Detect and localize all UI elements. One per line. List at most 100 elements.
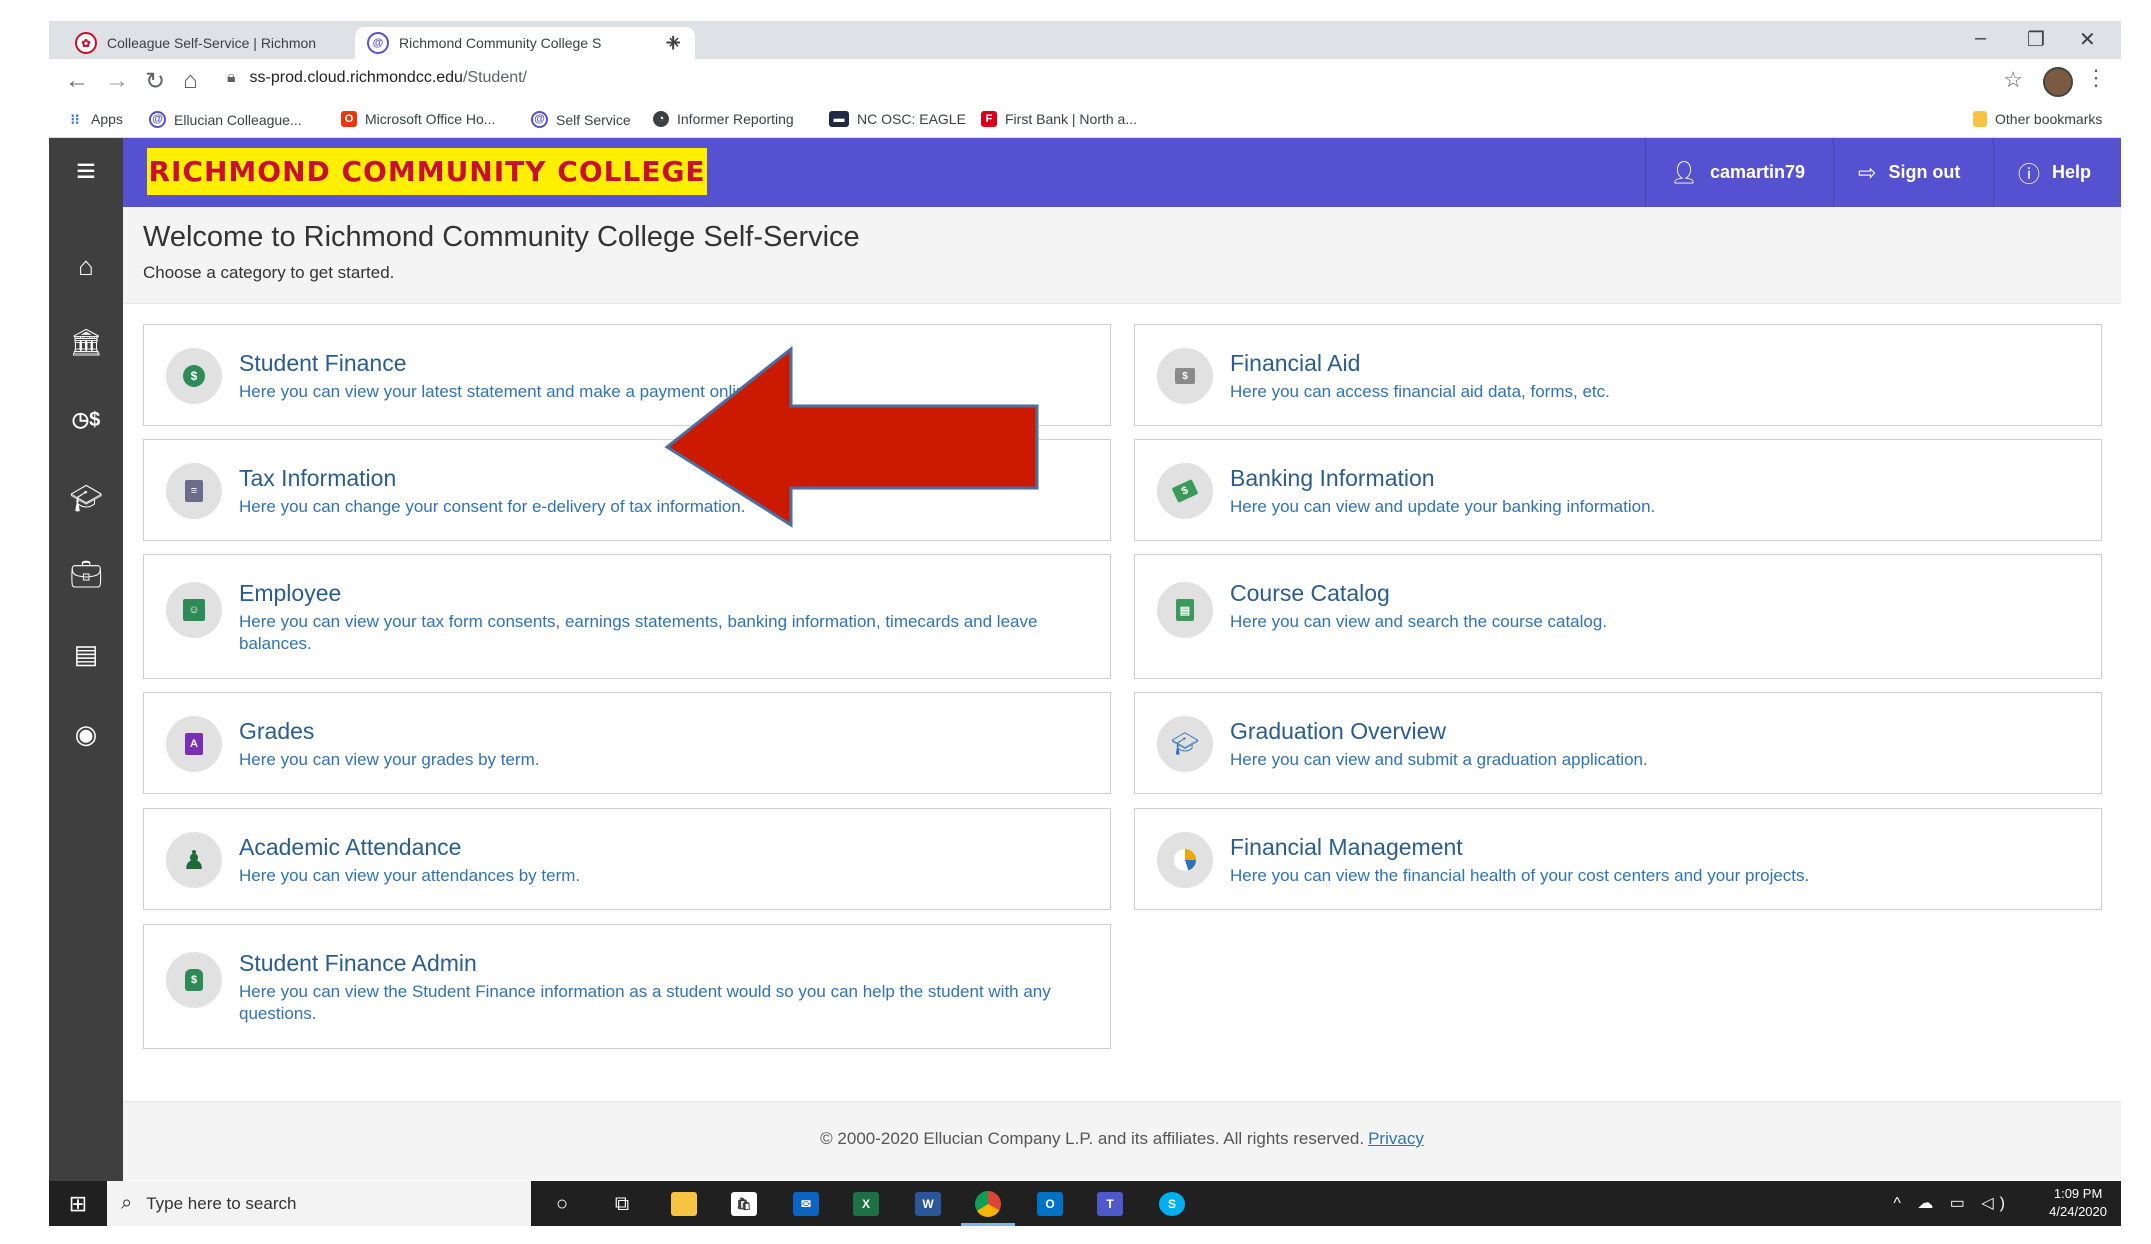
tile-banking-information[interactable]: $ Banking Information Here you can view … bbox=[1134, 439, 2102, 541]
tile-title: Grades bbox=[239, 718, 315, 744]
taskbar-clock[interactable]: 1:09 PM 4/24/2020 bbox=[2049, 1185, 2107, 1221]
cortana-icon[interactable]: ○ bbox=[547, 1189, 577, 1219]
chrome-icon[interactable] bbox=[973, 1189, 1003, 1219]
finance-nav-icon[interactable]: ◷$ bbox=[49, 407, 123, 432]
briefcase-nav-icon[interactable]: 💼︎ bbox=[49, 559, 123, 590]
bookmark-ellucian-colleague[interactable]: @ Ellucian Colleague... bbox=[149, 111, 302, 128]
bookmark-label: Apps bbox=[91, 111, 123, 127]
tile-title: Banking Information bbox=[1230, 465, 1435, 491]
new-tab-button[interactable]: + bbox=[665, 27, 681, 59]
forward-arrow-icon[interactable]: → bbox=[105, 67, 129, 95]
back-arrow-icon[interactable]: ← bbox=[65, 67, 89, 95]
tile-employee[interactable]: ☺ Employee Here you can view your tax fo… bbox=[143, 554, 1111, 679]
tile-academic-attendance[interactable]: ♟ Academic Attendance Here you can view … bbox=[143, 808, 1111, 910]
sign-out-button[interactable]: ⇨ Sign out bbox=[1833, 138, 1993, 207]
graduation-cap-nav-icon[interactable]: 🎓︎ bbox=[49, 483, 123, 514]
bank-nav-icon[interactable]: 🏛︎ bbox=[49, 327, 123, 358]
clock-time: 1:09 PM bbox=[2053, 1186, 2103, 1201]
home-nav-icon[interactable]: ⌂ bbox=[49, 251, 123, 282]
pie-chart-icon bbox=[1157, 832, 1213, 888]
excel-icon[interactable]: X bbox=[851, 1189, 881, 1219]
bookmark-label: NC OSC: EAGLE bbox=[857, 111, 966, 127]
profile-avatar[interactable] bbox=[2043, 67, 2073, 97]
document-nav-icon[interactable]: ▤ bbox=[49, 639, 123, 670]
tile-title: Financial Management bbox=[1230, 834, 1463, 860]
file-explorer-icon[interactable] bbox=[669, 1189, 699, 1219]
tile-student-finance-admin[interactable]: $ Student Finance Admin Here you can vie… bbox=[143, 924, 1111, 1049]
sign-out-icon: ⇨ bbox=[1858, 159, 1877, 185]
close-window-icon[interactable]: ✕ bbox=[2079, 27, 2096, 52]
user-icon: 👤︎ bbox=[1670, 159, 1698, 185]
url-host: ss-prod.cloud.richmondcc.edu bbox=[249, 69, 463, 86]
address-bar[interactable]: 🔒︎ ss-prod.cloud.richmondcc.edu/Student/ bbox=[227, 69, 527, 87]
tile-grades[interactable]: A Grades Here you can view your grades b… bbox=[143, 692, 1111, 794]
bookmark-other-bookmarks[interactable]: Other bookmarks bbox=[1973, 111, 2102, 127]
browser-toolbar: ← → ↻ ⌂ 🔒︎ ss-prod.cloud.richmondcc.edu/S… bbox=[49, 59, 2121, 103]
informer-icon: ◔ bbox=[653, 111, 669, 127]
minimize-icon[interactable]: – bbox=[1975, 27, 1986, 50]
bookmark-informer-reporting[interactable]: ◔ Informer Reporting bbox=[653, 111, 794, 127]
bookmark-self-service[interactable]: @ Self Service bbox=[531, 111, 631, 128]
college-logo[interactable]: RICHMOND COMMUNITY COLLEGE bbox=[147, 148, 707, 195]
money-bag-icon: $ bbox=[166, 952, 222, 1008]
bookmarks-bar: ⁝⁝ Apps @ Ellucian Colleague... O Microsoft… bbox=[49, 103, 2121, 138]
windows-start-icon[interactable]: ⊞ bbox=[49, 1181, 107, 1226]
user-circle-nav-icon[interactable]: ◉ bbox=[49, 719, 123, 750]
bookmark-label: Microsoft Office Ho... bbox=[365, 111, 496, 127]
mail-icon[interactable]: ✉ bbox=[791, 1189, 821, 1219]
bookmark-label: Other bookmarks bbox=[1995, 111, 2103, 127]
tile-course-catalog[interactable]: ▤ Course Catalog Here you can view and s… bbox=[1134, 554, 2102, 679]
grade-a-icon: A bbox=[166, 716, 222, 772]
bookmark-first-bank[interactable]: F First Bank | North a... bbox=[981, 111, 1137, 127]
tile-title: Course Catalog bbox=[1230, 580, 1390, 606]
store-icon[interactable]: 🛍︎ bbox=[729, 1189, 759, 1219]
clock-date: 4/24/2020 bbox=[2049, 1204, 2107, 1219]
user-account-button[interactable]: 👤︎ camartin79 bbox=[1645, 138, 1833, 207]
money-icon: $ bbox=[1157, 463, 1213, 519]
username: camartin79 bbox=[1709, 162, 1805, 182]
bookmark-nc-osc-eagle[interactable]: ▬ NC OSC: EAGLE bbox=[829, 111, 966, 127]
word-icon[interactable]: W bbox=[913, 1189, 943, 1219]
skype-icon[interactable]: S bbox=[1157, 1189, 1187, 1219]
taskbar-search-box[interactable]: ⌕ Type here to search bbox=[107, 1181, 531, 1226]
annotation-arrow-shape bbox=[664, 345, 1039, 528]
hamburger-menu-icon[interactable]: ≡ bbox=[49, 138, 123, 207]
bookmark-microsoft-office[interactable]: O Microsoft Office Ho... bbox=[341, 111, 495, 127]
tile-description: Here you can view the Student Finance in… bbox=[239, 982, 1051, 1023]
tab-title: Richmond Community College S bbox=[399, 35, 602, 51]
browser-tab-self-service[interactable]: @ Richmond Community College S ✕ bbox=[355, 27, 695, 59]
sign-out-label: Sign out bbox=[1888, 162, 1961, 182]
dollar-bill-icon: $ bbox=[1157, 348, 1213, 404]
tax-document-icon: ≡ bbox=[166, 463, 222, 519]
restore-icon[interactable]: ❐ bbox=[2027, 27, 2045, 52]
browser-menu-icon[interactable]: ⋮ bbox=[2085, 65, 2107, 91]
tile-description: Here you can view your attendances by te… bbox=[239, 866, 581, 885]
bookmark-label: First Bank | North a... bbox=[1005, 111, 1138, 127]
privacy-link[interactable]: Privacy bbox=[1368, 1129, 1424, 1148]
outlook-icon[interactable]: O bbox=[1035, 1189, 1065, 1219]
teams-icon[interactable]: T bbox=[1095, 1189, 1125, 1219]
tile-title: Student Finance Admin bbox=[239, 950, 477, 976]
browser-tab-strip: ✿ Colleague Self-Service | Richmon ✕ @ R… bbox=[49, 21, 2121, 59]
reload-icon[interactable]: ↻ bbox=[145, 67, 165, 96]
browser-tab-colleague[interactable]: ✿ Colleague Self-Service | Richmon ✕ bbox=[63, 27, 399, 59]
bookmark-apps[interactable]: ⁝⁝ Apps bbox=[67, 111, 123, 127]
help-button[interactable]: ⓘ Help bbox=[1993, 138, 2121, 207]
tile-graduation-overview[interactable]: 🎓︎ Graduation Overview Here you can view… bbox=[1134, 692, 2102, 794]
tile-financial-aid[interactable]: $ Financial Aid Here you can access fina… bbox=[1134, 324, 2102, 426]
tile-description: Here you can view and search the course … bbox=[1230, 612, 1608, 631]
tile-description: Here you can view and submit a graduatio… bbox=[1230, 750, 1648, 769]
tile-title: Student Finance bbox=[239, 350, 407, 376]
tile-description: Here you can view the financial health o… bbox=[1230, 866, 1810, 885]
bookmark-star-icon[interactable]: ☆ bbox=[2003, 67, 2023, 93]
home-icon[interactable]: ⌂ bbox=[183, 67, 198, 95]
copyright-text: © 2000-2020 Ellucian Company L.P. and it… bbox=[820, 1129, 1365, 1148]
chrome-active-indicator bbox=[961, 1223, 1015, 1226]
page-footer: © 2000-2020 Ellucian Company L.P. and it… bbox=[123, 1101, 2121, 1180]
office-icon: O bbox=[341, 111, 357, 127]
tile-financial-management[interactable]: Financial Management Here you can view t… bbox=[1134, 808, 2102, 910]
system-tray-icons[interactable]: ^ ☁ ▭ ◁) bbox=[1893, 1193, 2011, 1213]
tile-title: Graduation Overview bbox=[1230, 718, 1447, 744]
tile-title: Employee bbox=[239, 580, 342, 606]
task-view-icon[interactable]: ⧉ bbox=[607, 1189, 637, 1219]
